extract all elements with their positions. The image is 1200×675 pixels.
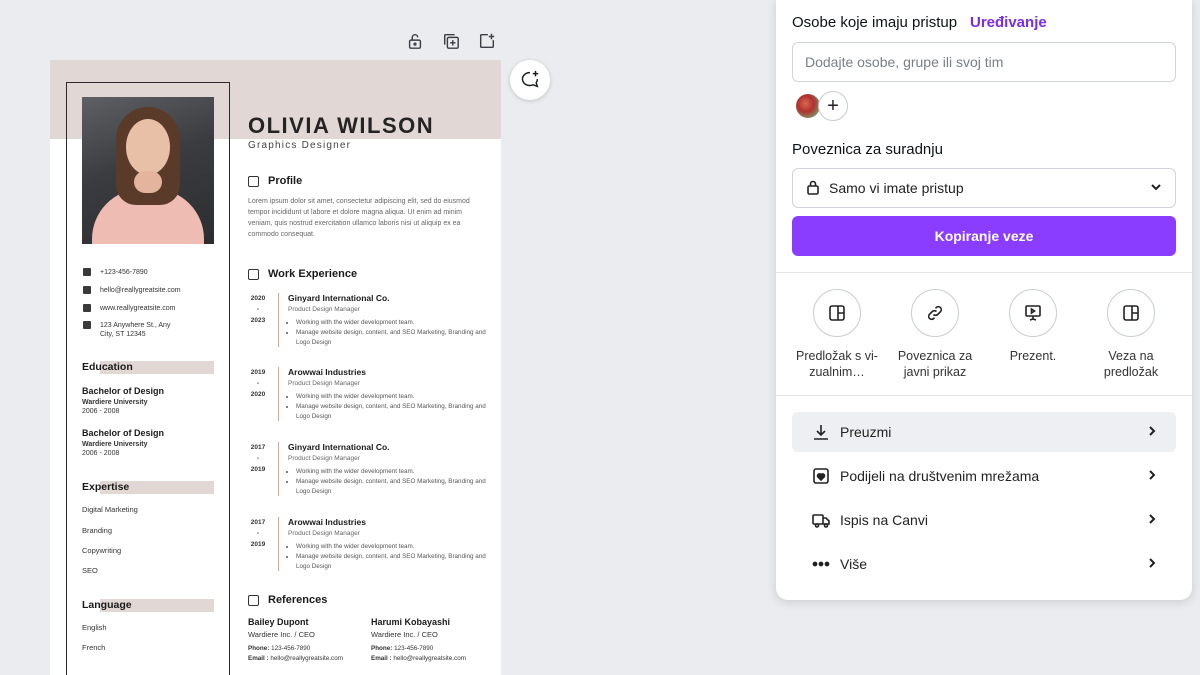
add-page-icon[interactable] <box>477 31 497 51</box>
language-item: French <box>82 643 106 652</box>
work-heading: Work Experience <box>248 268 357 280</box>
more-dots-icon <box>810 553 832 575</box>
social-heart-icon <box>810 465 832 487</box>
expertise-item: Digital Marketing <box>82 505 138 514</box>
phone-icon <box>83 268 91 276</box>
chevron-right-icon <box>1146 556 1158 572</box>
divider <box>776 272 1192 273</box>
chevron-right-icon <box>1146 468 1158 484</box>
duplicate-icon[interactable] <box>441 31 461 51</box>
contact-web: www.reallygreatsite.com <box>83 304 184 313</box>
lock-icon <box>805 179 821 198</box>
presentation-icon <box>1009 289 1057 337</box>
language-item: English <box>82 623 107 632</box>
template-layout-icon <box>813 289 861 337</box>
job-company: Arowwai Industries <box>288 517 366 527</box>
chevron-right-icon <box>1146 512 1158 528</box>
job-company: Arowwai Industries <box>288 367 366 377</box>
edu-school: Wardiere University <box>82 399 148 406</box>
profile-photo[interactable] <box>82 97 214 244</box>
monitor-icon <box>83 304 91 312</box>
option-template-visual[interactable]: Predložak s vi-zualnim… <box>789 289 885 380</box>
edu-degree: Bachelor of Design <box>82 386 165 396</box>
people-access-title: Osobe koje imaju pristup <box>792 14 958 31</box>
education-heading: Education <box>82 361 214 374</box>
expertise-heading: Expertise <box>82 481 214 494</box>
chevron-down-icon <box>1149 180 1163 197</box>
mail-icon <box>83 286 91 294</box>
job-company: Ginyard International Co. <box>288 293 390 303</box>
edit-permission-link[interactable]: Uređivanje <box>970 14 1047 31</box>
resume-name[interactable]: OLIVIA WILSON <box>248 113 434 139</box>
language-heading: Language <box>82 599 214 612</box>
download-icon <box>810 421 832 443</box>
option-present[interactable]: Prezent. <box>985 289 1081 364</box>
template-link-icon <box>1107 289 1155 337</box>
collab-link-title: Poveznica za suradnju <box>792 141 943 158</box>
reference-entry: Harumi Kobayashi Wardiere Inc. / CEO Pho… <box>371 617 466 662</box>
edu-years: 2006 - 2008 <box>82 408 120 415</box>
add-people-input[interactable] <box>792 42 1176 82</box>
expertise-item: Branding <box>82 526 113 535</box>
job-entry: 2017-2019 Ginyard International Co. Prod… <box>248 442 498 502</box>
comment-plus-icon <box>521 70 539 88</box>
job-company: Ginyard International Co. <box>288 442 390 452</box>
canvas-toolbar <box>405 31 497 51</box>
link-icon <box>911 289 959 337</box>
references-heading: References <box>248 594 327 606</box>
profile-text: Lorem ipsum dolor sit amet, consectetur … <box>248 198 470 238</box>
expertise-item: Copywriting <box>82 546 122 555</box>
contact-phone: +123-456-7890 <box>83 268 184 277</box>
resume-role[interactable]: Graphics Designer <box>248 140 351 151</box>
divider <box>776 395 1192 396</box>
add-person-button[interactable]: + <box>818 91 848 121</box>
expertise-item: SEO <box>82 566 98 575</box>
chevron-right-icon <box>1146 424 1158 440</box>
location-pin-icon <box>83 321 91 329</box>
book-icon <box>248 594 259 606</box>
access-dropdown[interactable]: Samo vi imate pristup <box>792 168 1176 208</box>
job-entry: 2019-2020 Arowwai Industries Product Des… <box>248 367 498 427</box>
edu-degree: Bachelor of Design <box>82 428 165 438</box>
job-entry: 2020-2023 Ginyard International Co. Prod… <box>248 293 498 353</box>
copy-link-button[interactable]: Kopiranje veze <box>792 216 1176 256</box>
briefcase-icon <box>248 268 259 280</box>
user-icon <box>248 175 259 187</box>
job-position: Product Design Manager <box>288 530 360 537</box>
option-template-link[interactable]: Veza na predložak <box>1083 289 1179 380</box>
resume-page[interactable]: +123-456-7890 hello@reallygreatsite.com … <box>50 60 501 675</box>
contact-address: 123 Anywhere St., Any City, ST 12345 <box>83 321 184 339</box>
job-position: Product Design Manager <box>288 380 360 387</box>
job-position: Product Design Manager <box>288 455 360 462</box>
job-entry: 2017-2019 Arowwai Industries Product Des… <box>248 517 498 577</box>
job-position: Product Design Manager <box>288 306 360 313</box>
edu-school: Wardiere University <box>82 441 148 448</box>
profile-heading: Profile <box>248 175 302 187</box>
print-row[interactable]: Ispis na Canvi <box>792 500 1176 540</box>
option-public-link[interactable]: Poveznica za javni prikaz <box>887 289 983 380</box>
reference-entry: Bailey Dupont Wardiere Inc. / CEO Phone:… <box>248 617 343 662</box>
more-row[interactable]: Više <box>792 544 1176 584</box>
edu-years: 2006 - 2008 <box>82 450 120 457</box>
lock-icon[interactable] <box>405 31 425 51</box>
share-panel: Osobe koje imaju pristup Uređivanje + Po… <box>776 0 1192 600</box>
download-row[interactable]: Preuzmi <box>792 412 1176 452</box>
share-social-row[interactable]: Podijeli na društvenim mrežama <box>792 456 1176 496</box>
contact-email: hello@reallygreatsite.com <box>83 286 184 295</box>
delivery-truck-icon <box>810 509 832 531</box>
add-comment-button[interactable] <box>510 60 550 100</box>
